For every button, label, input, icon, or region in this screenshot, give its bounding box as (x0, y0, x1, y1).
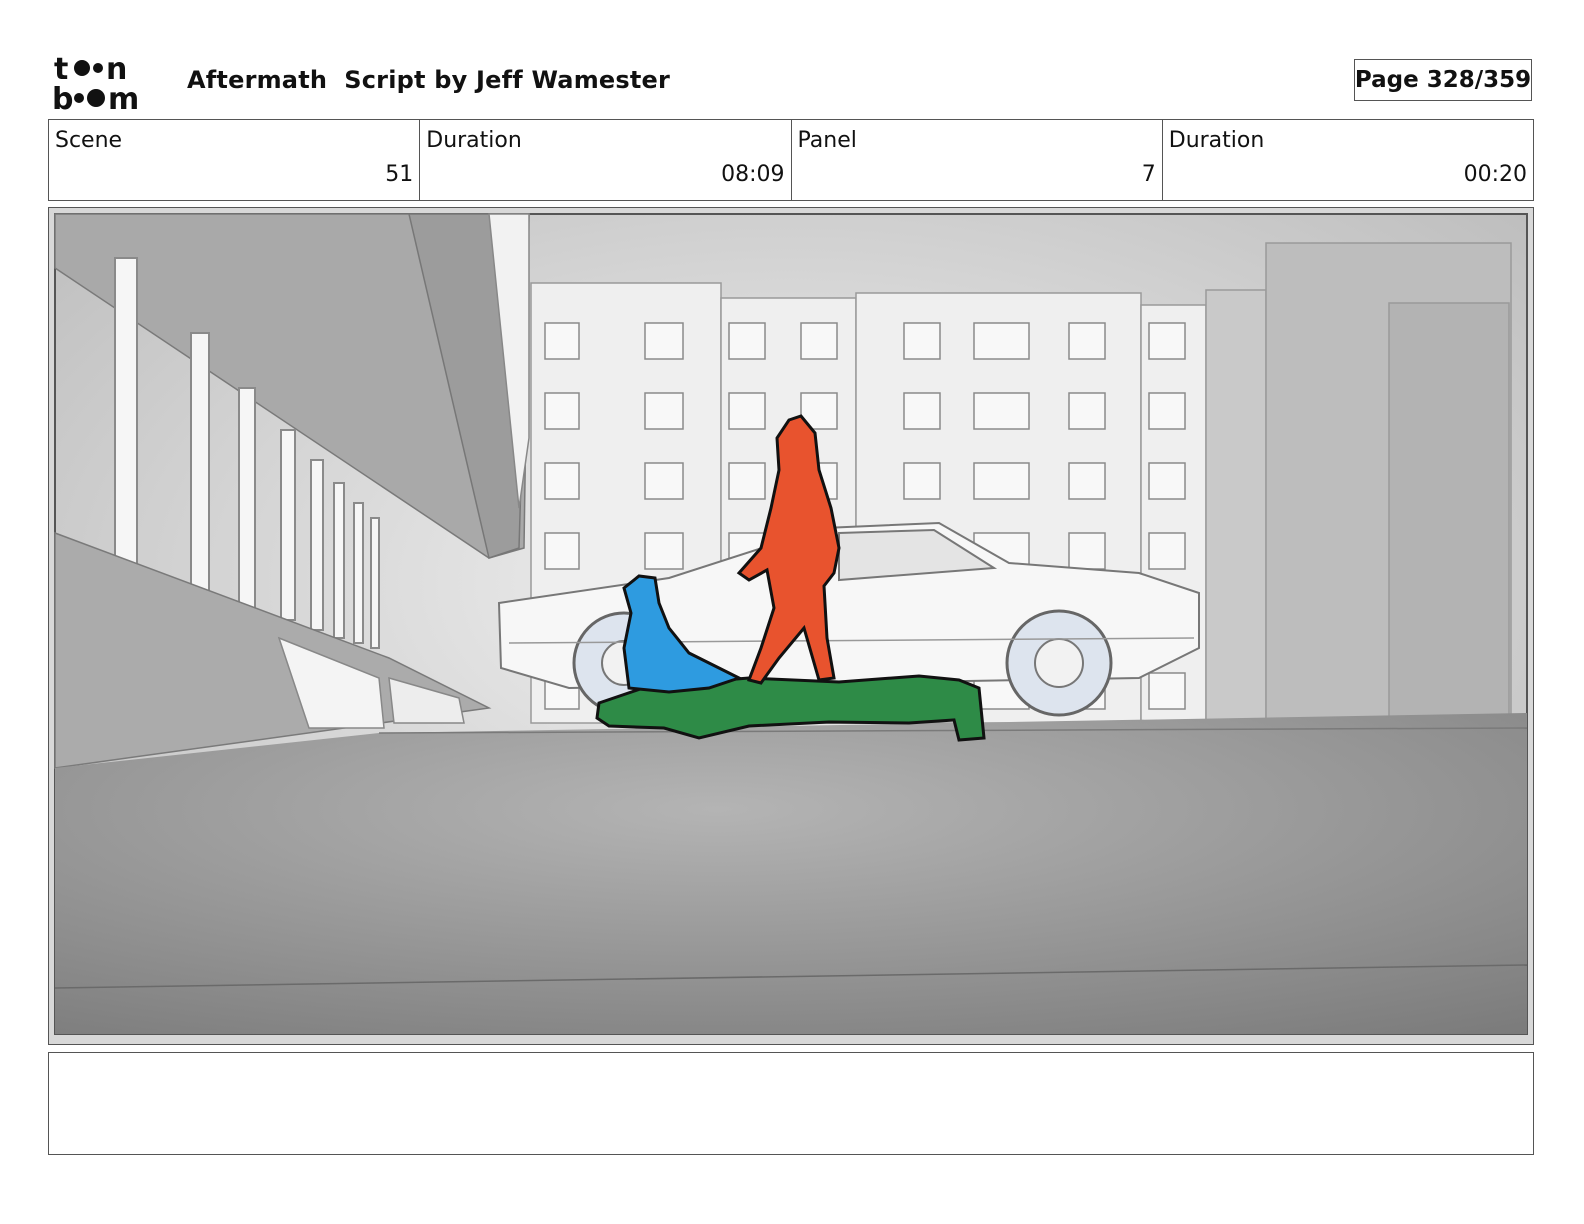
storyboard-panel (48, 207, 1534, 1045)
panel-duration-value: 00:20 (1463, 162, 1527, 187)
scene-label: Scene (55, 128, 123, 153)
scene-info-bar: Scene 51 Duration 08:09 Panel 7 Duration… (48, 119, 1534, 201)
panel-duration-cell: Duration 00:20 (1163, 120, 1533, 200)
toonboom-logo: t n b m (52, 52, 139, 112)
document-title: Aftermath Script by Jeff Wamester (187, 66, 671, 94)
panel-notes-box (48, 1052, 1534, 1155)
panel-label: Panel (797, 128, 857, 153)
storyboard-drawing (49, 208, 1533, 1044)
svg-text:m: m (108, 82, 139, 112)
panel-duration-label: Duration (1168, 128, 1265, 153)
street-ground (55, 713, 1527, 1034)
scene-value: 51 (385, 162, 414, 187)
svg-text:b: b (52, 82, 73, 112)
scene-duration-value: 08:09 (721, 162, 785, 187)
scene-duration-label: Duration (426, 128, 522, 153)
panel-value: 7 (1141, 162, 1156, 187)
scene-duration-cell: Duration 08:09 (420, 120, 792, 200)
scene-cell: Scene 51 (49, 120, 421, 200)
panel-cell: Panel 7 (792, 120, 1163, 200)
page-number: Page 328/359 (1354, 59, 1532, 101)
